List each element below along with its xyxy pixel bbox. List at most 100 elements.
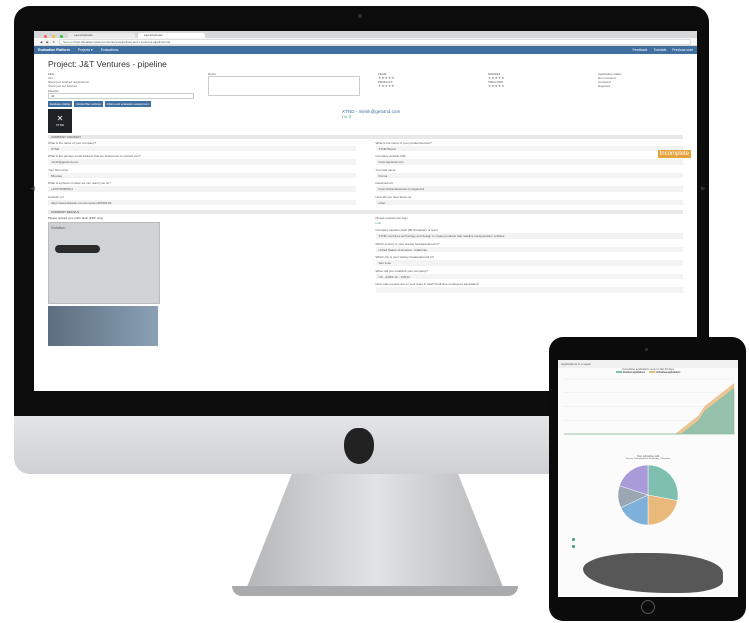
ratings-left: TEAM ★★★★★ PRODUCT ★★★★★ [378, 72, 478, 99]
prev-arrow-icon[interactable]: ◀ [30, 185, 35, 192]
maximize-window-icon[interactable] [60, 35, 63, 38]
favorite-select[interactable]: All [48, 92, 194, 99]
pitch-deck-preview[interactable]: Solution [48, 222, 160, 305]
close-window-icon[interactable] [44, 35, 47, 38]
reload-icon[interactable]: ↻ [53, 40, 56, 44]
url-text: https://deatlsprocket.com/ventures/pipel… [73, 39, 171, 44]
browser-tab[interactable]: LaunchpGram [68, 33, 135, 38]
details-left-col: Please upload your pitch deck (PDF only)… [48, 216, 356, 347]
company-header: ✕ XTND XTND - mimik@getxtnd.com f in ⚲ [48, 108, 683, 133]
contact-left-col: What is the name of your company? XTND Wh… [48, 141, 356, 209]
logo-link[interactable]: Link [376, 221, 684, 225]
url-field[interactable]: Secure https://deatlsprocket.com/venture… [59, 38, 691, 45]
question: Which city is your startup headquartered… [375, 255, 435, 260]
answer: https://getxtnd.com [375, 159, 683, 165]
field-facebook: Facebook url https://www.facebook.com/get… [375, 181, 683, 192]
company-email-line[interactable]: XTND - mimik@getxtnd.com [342, 109, 400, 114]
question: Which country is your startup headquarte… [375, 241, 440, 246]
secure-label: Secure [63, 39, 73, 44]
field-established: When did you establish your company? US -… [375, 268, 683, 280]
question: Your first name [48, 167, 69, 172]
next-arrow-icon[interactable]: ▶ [701, 185, 706, 192]
notes-textarea[interactable] [208, 76, 360, 96]
question: Company elevator pitch (80 characters or… [375, 228, 438, 233]
notes-block: Notes [208, 72, 368, 99]
field-company-name: What is the name of your company? XTND [48, 141, 356, 152]
status-badge: Incomplete [657, 150, 691, 158]
ipad-panel-title: Applications in a week [558, 360, 738, 368]
action-buttons: Evaluate startup Global filter settings … [48, 100, 683, 107]
filters-assignment-button[interactable]: Filters and evaluation assignment [105, 100, 151, 107]
field-website: Company website URL https://getxtnd.com [375, 154, 683, 165]
question: When did you establish your company? [375, 268, 428, 273]
brand[interactable]: Evaluation Platform [38, 48, 70, 52]
field-last-name: Your last name Porma [375, 167, 683, 179]
contact-right-col: What is the name of your product/service… [375, 140, 683, 209]
nav-evaluations[interactable]: Evaluations [101, 48, 119, 52]
question: How did you hear about us [375, 194, 412, 199]
nav-feedback[interactable]: Feedback [632, 48, 647, 52]
question: Your last name [375, 167, 396, 172]
browser-tab-bar: LaunchpGram LaunchpGram [34, 31, 697, 38]
field-first-name: Your first name Miroslav [48, 168, 356, 179]
minimize-window-icon[interactable] [52, 35, 55, 38]
answer: mimik@getxtnd.com [48, 159, 356, 165]
right-nav: Feedback Tutorials Previous user [632, 48, 693, 52]
nav-tutorials[interactable]: Tutorials [653, 48, 666, 52]
section-company-contact[interactable]: COMPANY CONTACT [48, 134, 683, 139]
answer: United States of America - California [375, 246, 683, 253]
industries-pie-chart [617, 464, 679, 526]
forward-icon[interactable]: ▶ [46, 40, 48, 44]
main-content: Project: J&T Ventures - pipeline Filter … [34, 54, 697, 349]
xtnd-logo-icon: ✕ [56, 114, 64, 124]
ratings-right: MARKET ★★★★★ TRACTION ★★★★★ [488, 72, 588, 99]
logo-text: XTND [55, 123, 65, 128]
question: Facebook url [375, 181, 393, 186]
pitch-label: Please upload your pitch deck (PDF only) [48, 216, 104, 221]
series-area-0 [564, 387, 735, 435]
global-filter-button[interactable]: Global filter settings [74, 100, 103, 107]
ipad-home-button[interactable] [641, 600, 655, 614]
answer: +420736080524 [48, 186, 356, 192]
answer: XTND combines technology and design to c… [375, 233, 683, 239]
answer: https://www.facebook.com/getxtnd [375, 186, 683, 192]
field-linkedin: LinkedIn url https://www.linkedin.com/com… [48, 195, 356, 206]
nav-projects[interactable]: Projects ▾ [78, 48, 93, 52]
question: Company website URL [375, 154, 407, 159]
browser-tab-active[interactable]: LaunchpGram [138, 33, 205, 38]
filter-block: Filter ALL Show just finished applicatio… [48, 72, 198, 99]
section-company-details[interactable]: COMPANY DETAILS [48, 210, 683, 215]
answer: San Jose [375, 260, 683, 266]
field-country: Which country is your startup headquarte… [375, 241, 683, 253]
answer: XTND Board [375, 145, 683, 152]
field-phone: What is a phone number we can reach you … [48, 181, 356, 192]
field-team-size: How many people are on your team in tota… [375, 282, 683, 293]
evaluate-startup-button[interactable]: Evaluate startup [48, 100, 73, 107]
imac-stand [245, 474, 505, 592]
rating-stars-product[interactable]: ★★★★★ [378, 84, 478, 88]
app-navbar: Evaluation Platform Projects ▾ Evaluatio… [34, 46, 697, 54]
world-map [583, 553, 723, 593]
answer: Porma [375, 172, 683, 179]
question: How many people are on your team in tota… [375, 282, 479, 287]
rating-stars-traction[interactable]: ★★★★★ [488, 84, 588, 88]
page-title: Project: J&T Ventures - pipeline [48, 59, 167, 69]
apple-logo-icon:  [344, 428, 374, 464]
company-contact-header: XTND - mimik@getxtnd.com f in ⚲ [342, 109, 400, 119]
nav-user[interactable]: Previous user [672, 48, 693, 52]
details-grid: Please upload your pitch deck (PDF only)… [48, 216, 684, 347]
answer: XTND [48, 145, 356, 152]
applications-area-chart [564, 378, 735, 435]
camera [358, 14, 362, 18]
map-marker-icon [572, 538, 575, 541]
status-rejected[interactable]: Rejected [598, 84, 678, 88]
skateboard-image [55, 245, 100, 254]
social-icons[interactable]: f in ⚲ [342, 114, 400, 119]
answer [375, 287, 683, 293]
question: What is the name of your product/service… [375, 140, 432, 145]
back-icon[interactable]: ◀ [40, 40, 42, 44]
field-city: Which city is your startup headquartered… [375, 255, 683, 266]
field-elevator-pitch: Company elevator pitch (80 characters or… [375, 228, 683, 239]
imac-stand-base [232, 586, 518, 596]
map-marker-icon [572, 545, 575, 548]
